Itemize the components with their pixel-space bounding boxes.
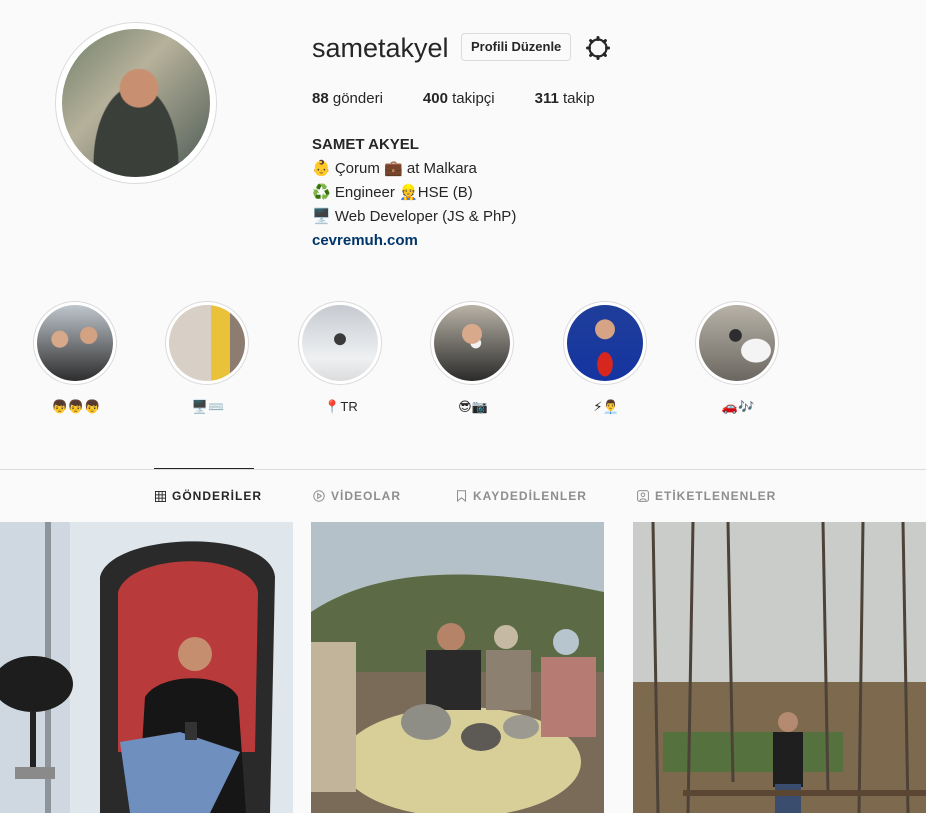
highlight-label: 👦👦👦 [51,399,101,414]
grid-icon [155,490,166,502]
highlight-item[interactable]: 🖥️⌨️ [165,301,251,415]
highlight-item[interactable]: 😎📷 [430,301,516,415]
bio-line: 👶 Çorum 💼 at Malkara [312,160,477,177]
post-photo [311,522,604,813]
settings-gear-icon[interactable] [585,35,611,61]
profile-bio: SAMET AKYEL 👶 Çorum 💼 at Malkara ♻️ Engi… [312,133,516,253]
following-stat[interactable]: 311 takip [535,90,595,107]
highlight-item[interactable]: ⚡👨‍💼 [563,301,649,415]
tab-label: VİDEOLAR [331,489,402,503]
highlight-label: ⚡👨‍💼 [593,399,619,414]
highlight-ring [165,301,249,385]
posts-stat: 88 gönderi [312,90,383,107]
avatar-photo [62,29,210,177]
posts-count: 88 [312,90,329,107]
tab-videos[interactable]: VİDEOLAR [313,489,401,503]
following-count: 311 [534,90,559,107]
highlight-cover [567,305,643,381]
posts-label: gönderi [332,90,383,107]
highlight-ring [563,301,647,385]
highlight-ring [33,301,117,385]
followers-label: takipçi [452,90,495,107]
bio-line: 🖥️ Web Developer (JS & PhP) [312,208,517,225]
post-thumbnail[interactable] [311,522,604,813]
website-link[interactable]: cevremuh.com [312,229,516,253]
post-thumbnail[interactable] [633,522,926,813]
highlight-label: 🚗🎶 [721,399,755,414]
play-icon [313,490,325,502]
highlight-cover [37,305,113,381]
profile-avatar[interactable] [55,22,217,184]
highlight-ring [695,301,779,385]
highlight-cover [434,305,510,381]
highlight-label: 📍TR [324,399,358,414]
highlight-ring [298,301,382,385]
highlight-ring [430,301,514,385]
tab-label: GÖNDERİLER [172,489,263,503]
tab-label: KAYDEDİLENLER [473,489,587,503]
tab-tagged[interactable]: ETİKETLENENLER [637,489,776,503]
highlight-item[interactable]: 👦👦👦 [33,301,119,415]
highlight-cover [699,305,775,381]
following-label: takip [563,90,595,107]
followers-stat[interactable]: 400 takipçi [423,90,495,107]
highlight-item[interactable]: 🚗🎶 [695,301,781,415]
followers-count: 400 [422,90,448,107]
bookmark-icon [457,490,466,502]
post-photo [0,522,293,813]
full-name: SAMET AKYEL [312,136,419,153]
highlight-label: 🖥️⌨️ [191,399,225,414]
active-tab-indicator [154,468,254,469]
tab-label: ETİKETLENENLER [655,489,777,503]
highlight-label: 😎📷 [458,399,488,414]
bio-line: ♻️ Engineer 👷HSE (B) [312,184,473,201]
tab-saved[interactable]: KAYDEDİLENLER [456,489,587,503]
tag-icon [637,490,649,502]
tabs-divider [0,469,926,470]
highlight-item[interactable]: 📍TR [298,301,384,415]
profile-stats: 88 gönderi 400 takipçi 311 takip [312,90,635,107]
highlight-cover [302,305,378,381]
edit-profile-button[interactable]: Profili Düzenle [461,33,572,61]
highlight-cover [169,305,245,381]
tab-posts[interactable]: GÖNDERİLER [155,489,262,503]
post-photo [633,522,926,813]
post-thumbnail[interactable] [0,522,293,813]
username: sametakyel [312,33,449,63]
